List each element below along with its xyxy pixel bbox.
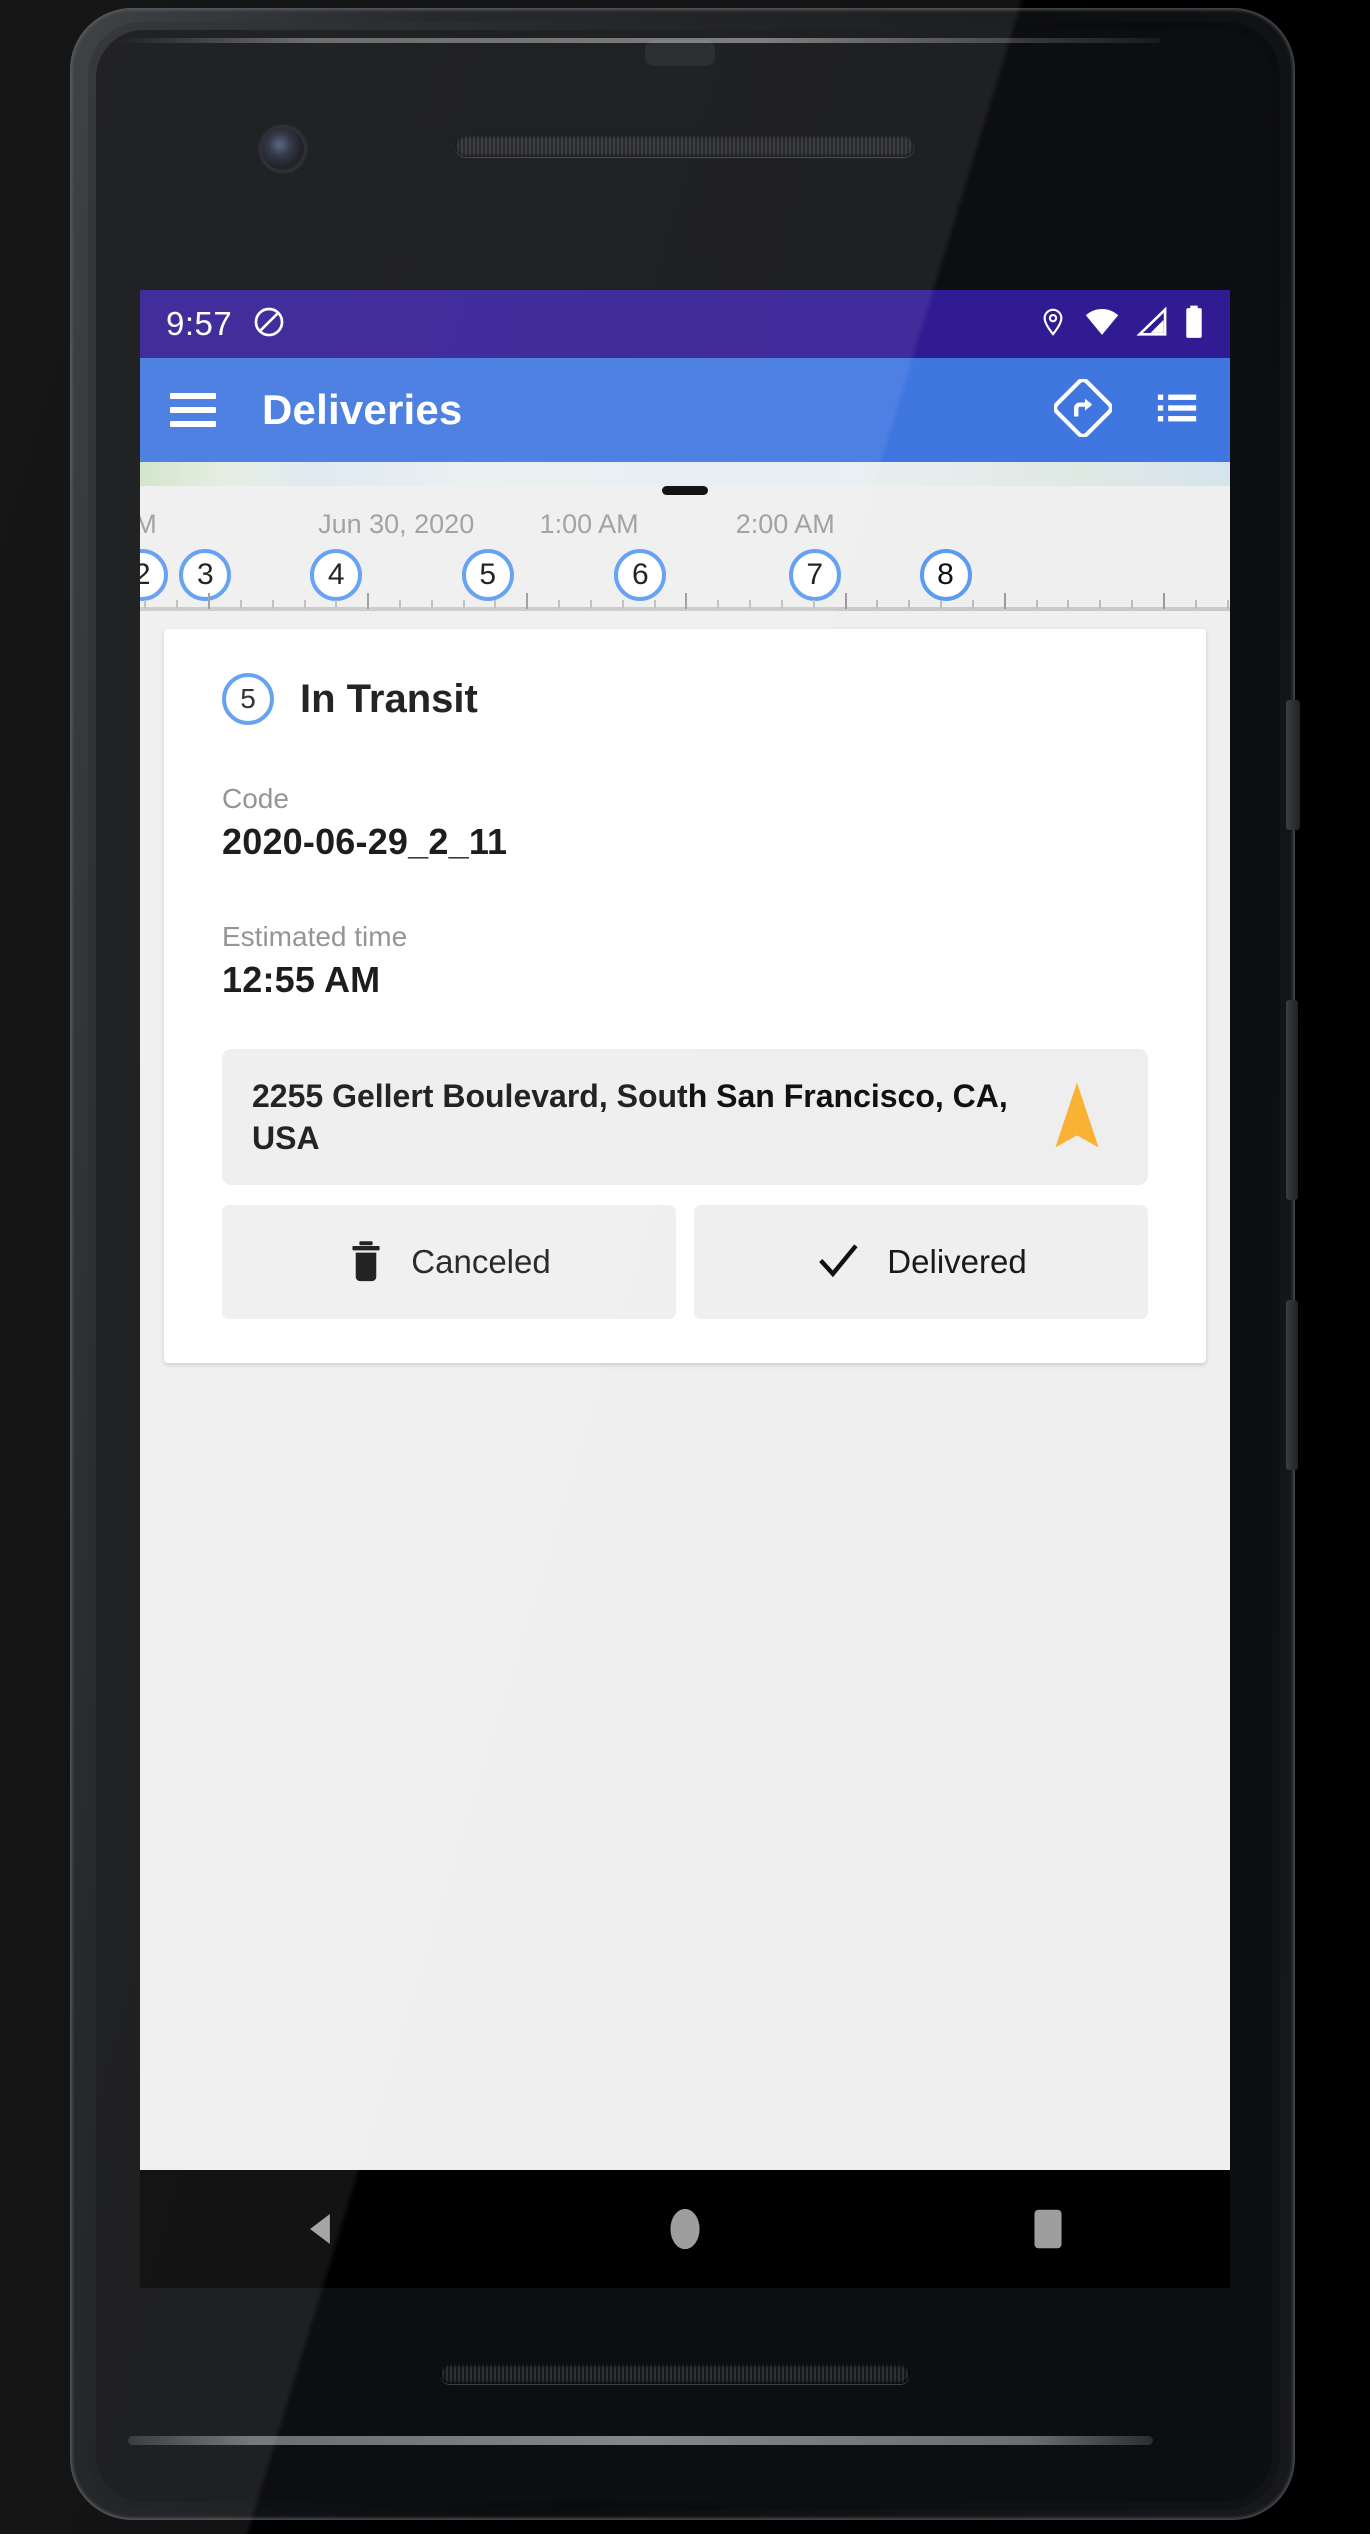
timeline-tick: [717, 600, 720, 609]
list-icon[interactable]: [1154, 385, 1200, 436]
page-title: Deliveries: [262, 386, 463, 433]
front-camera-icon: [262, 128, 304, 170]
card-header: 5 In Transit: [222, 673, 1148, 725]
timeline-tick: [271, 600, 274, 609]
field-label-code: Code: [222, 783, 289, 814]
directions-icon[interactable]: [1053, 377, 1113, 442]
timeline-label: 2:00 AM: [735, 509, 835, 539]
address-row[interactable]: 2255 Gellert Boulevard, South San Franci…: [222, 1049, 1148, 1186]
deliver-label: Delivered: [887, 1243, 1027, 1281]
timeline-tick: [1131, 600, 1134, 609]
cancel-delivery-button[interactable]: Canceled: [222, 1205, 676, 1320]
navigation-arrow-icon[interactable]: [1048, 1079, 1106, 1156]
timeline-tick: [908, 600, 911, 609]
wifi-icon: [1084, 307, 1120, 342]
timeline-label: 1:00 AM: [539, 509, 639, 539]
proximity-sensor: [645, 40, 715, 66]
timeline-tick: [144, 600, 147, 609]
timeline-tick: [749, 600, 752, 609]
timeline-tick: [971, 600, 974, 609]
timeline-tick: [844, 593, 847, 609]
check-icon: [815, 1239, 861, 1286]
timeline-tick: [558, 600, 561, 609]
bottom-speaker: [440, 2364, 910, 2384]
app-bar: Deliveries: [140, 358, 1230, 462]
trash-icon: [347, 1239, 385, 1286]
bottom-sheet: M Jun 30, 2020 1:00 AM 2:00 AM 2345678 5 In…: [140, 486, 1230, 2286]
field-code: Code 2020-06-29_2_11: [222, 783, 1148, 863]
status-bar: 9:57: [140, 290, 1230, 358]
delivery-status-title: In Transit: [300, 676, 478, 721]
timeline-tick: [526, 593, 529, 609]
volume-up-button[interactable]: [1286, 1000, 1298, 1200]
location-icon: [1038, 305, 1068, 344]
timeline-labels: M Jun 30, 2020 1:00 AM 2:00 AM: [140, 509, 1230, 549]
field-value-code: 2020-06-29_2_11: [222, 821, 508, 862]
back-icon[interactable]: [262, 2170, 382, 2288]
timeline-ruler: [140, 593, 1230, 611]
timeline-tick: [1226, 600, 1229, 609]
phone-frame: 9:57 Deliveries M Jun 30, 2020 1:00 AM 2…: [0, 0, 1370, 2534]
field-label-estimated-time: Estimated time: [222, 921, 408, 952]
recents-icon[interactable]: [988, 2170, 1108, 2288]
phone-screen: 9:57 Deliveries M Jun 30, 2020 1:00 AM 2…: [140, 290, 1230, 2288]
status-badge: 5: [222, 673, 274, 725]
power-button[interactable]: [1286, 700, 1300, 830]
do-not-disturb-icon: [252, 305, 286, 344]
field-value-estimated-time: 12:55 AM: [222, 959, 381, 1000]
timeline-tick: [1194, 600, 1197, 609]
timeline-tick: [1003, 593, 1006, 609]
volume-down-button[interactable]: [1286, 1300, 1298, 1470]
status-bar-left: 9:57: [166, 305, 286, 344]
action-button-row: Canceled Delivered: [222, 1205, 1148, 1320]
android-nav-bar: [140, 2170, 1230, 2288]
timeline-label: M: [140, 509, 157, 539]
app-bar-actions: [1053, 377, 1200, 442]
timeline-tick: [812, 600, 815, 609]
cancel-delivery-label: Canceled: [411, 1243, 551, 1281]
bezel-highlight: [120, 38, 1160, 43]
timeline-tick: [367, 593, 370, 609]
field-estimated-time: Estimated time 12:55 AM: [222, 921, 1148, 1001]
timeline-tick: [589, 600, 592, 609]
timeline-tick: [1099, 600, 1102, 609]
map-background[interactable]: [140, 462, 1230, 486]
timeline-tick: [621, 600, 624, 609]
status-time: 9:57: [166, 305, 233, 342]
timeline-label: Jun 30, 2020: [318, 509, 475, 539]
timeline-tick: [176, 600, 179, 609]
battery-icon: [1184, 305, 1204, 344]
timeline-tick: [208, 593, 211, 609]
hamburger-menu-icon[interactable]: [170, 393, 216, 427]
timeline-tick: [1162, 593, 1165, 609]
signal-icon: [1136, 306, 1168, 342]
drag-handle[interactable]: [662, 486, 708, 495]
timeline-tick: [1067, 600, 1070, 609]
timeline-tick: [940, 600, 943, 609]
timeline-tick: [430, 600, 433, 609]
bottom-rim: [128, 2436, 1153, 2445]
timeline-tick: [462, 600, 465, 609]
timeline-tick: [876, 600, 879, 609]
timeline-tick: [780, 600, 783, 609]
status-bar-right: [1038, 305, 1204, 344]
timeline-tick: [239, 600, 242, 609]
timeline-tick: [398, 600, 401, 609]
timeline-tick: [335, 600, 338, 609]
address-text: 2255 Gellert Boulevard, South San Franci…: [252, 1078, 1008, 1157]
timeline-tick: [494, 600, 497, 609]
timeline-tick: [303, 600, 306, 609]
delivery-timeline[interactable]: M Jun 30, 2020 1:00 AM 2:00 AM 2345678: [140, 509, 1230, 611]
timeline-tick: [653, 600, 656, 609]
home-icon[interactable]: [625, 2170, 745, 2288]
earpiece-speaker: [455, 135, 915, 157]
timeline-tick: [685, 593, 688, 609]
timeline-tick: [1035, 600, 1038, 609]
delivery-detail-card: 5 In Transit Code 2020-06-29_2_11 Estima…: [164, 629, 1206, 1364]
deliver-button[interactable]: Delivered: [694, 1205, 1148, 1320]
